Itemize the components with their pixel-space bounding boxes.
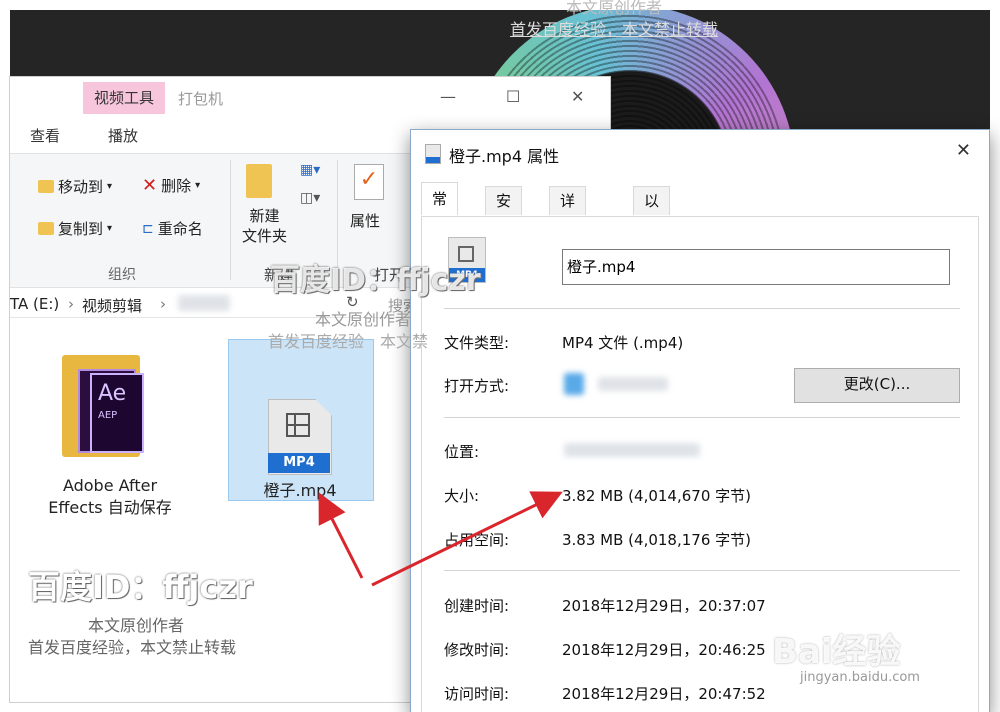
copy-to-button[interactable]: 复制到 ▾ (38, 218, 112, 239)
file-type-value: MP4 文件 (.mp4) (562, 334, 684, 352)
accessed-label: 访问时间: (444, 685, 510, 703)
chevron-right-icon: › (68, 295, 74, 313)
tab-security[interactable]: 安全 (485, 186, 523, 238)
video-grid-icon (286, 413, 310, 437)
new-folder-button[interactable]: 新建 文件夹 (242, 206, 287, 246)
dialog-close-button[interactable]: ✕ (956, 140, 971, 161)
breadcrumb-drive[interactable]: TA (E:) (10, 295, 59, 313)
ae-doc-front: Ae AEP (90, 373, 144, 453)
app-icon (564, 373, 584, 395)
rename-button[interactable]: ⊏ 重命名 (142, 218, 203, 239)
maximize-button[interactable]: ☐ (506, 87, 520, 106)
minimize-button[interactable]: — (440, 87, 456, 106)
new-folder-label-1: 新建 (249, 207, 280, 225)
top-watermark-notice: 首发百度经验，本文禁止转载 (510, 20, 719, 39)
chevron-down-icon: ▾ (107, 181, 113, 192)
modified-value: 2018年12月29日，20:46:25 (562, 641, 766, 659)
ribbon-separator (230, 160, 231, 280)
file-type-label: 文件类型: (444, 334, 510, 352)
chevron-right-icon: › (160, 295, 166, 313)
file-name-label[interactable]: 橙子.mp4 (230, 477, 370, 501)
copy-folder-icon (38, 222, 54, 235)
properties-label: 属性 (350, 212, 381, 230)
move-to-button[interactable]: 移动到 ▾ (38, 176, 112, 197)
move-to-label: 移动到 (58, 178, 104, 196)
new-item-icon[interactable]: ▦▾ (300, 162, 320, 178)
accessed-value: 2018年12月29日，20:47:52 (562, 685, 766, 703)
open-with-label: 打开方式: (444, 377, 510, 395)
chevron-down-icon: ▾ (107, 223, 113, 234)
tab-video-tools[interactable]: 视频工具 (83, 82, 165, 114)
mp4-badge: MP4 (268, 453, 330, 473)
new-folder-label-2: 文件夹 (242, 227, 288, 245)
watermark-author: 本文原创作者 (88, 616, 185, 635)
easy-access-icon[interactable]: ◫▾ (300, 190, 320, 206)
disk-size-label: 占用空间: (444, 531, 510, 549)
size-label: 大小: (444, 487, 480, 505)
title-file-icon (425, 144, 441, 164)
tab-play[interactable]: 播放 (108, 125, 138, 146)
mp4-file-icon[interactable]: MP4 (268, 399, 332, 475)
watermark-notice: 首发百度经验，本文禁止转载 (28, 638, 237, 657)
tab-general[interactable]: 常规 (421, 182, 459, 240)
chevron-down-icon: ▾ (195, 180, 201, 191)
ae-icon-text: Ae (98, 381, 127, 406)
properties-dialog: 橙子.mp4 属性 ✕ 常规 安全 详细信息 以前的版本 MP4 橙子.mp4 … (410, 129, 990, 712)
group-organize: 组织 (108, 267, 136, 283)
folder-item-ae-autosave[interactable]: Adobe After Effects 自动保存 (40, 475, 180, 519)
location-label: 位置: (444, 443, 480, 461)
app-name-blurred (598, 377, 668, 391)
baidu-brand-logo: Bai经验 (772, 632, 901, 672)
rename-label: 重命名 (157, 220, 203, 238)
delete-icon: ✕ (142, 175, 158, 196)
breadcrumb-folder[interactable]: 视频剪辑 (82, 295, 142, 316)
divider (444, 570, 960, 571)
tab-view[interactable]: 查看 (30, 125, 60, 146)
created-value: 2018年12月29日，20:37:07 (562, 597, 766, 615)
ae-folder-icon[interactable]: Ae AEP (62, 355, 152, 457)
screenshot-frame: 本文原创作者 首发百度经验，本文禁止转载 视频工具 打包机 — ☐ ✕ 查看 播… (0, 0, 1000, 712)
title-file-badge (426, 157, 440, 163)
created-label: 创建时间: (444, 597, 510, 615)
watermark-notice-mid: 首发百度经验 本文禁 (268, 332, 429, 351)
tab-details[interactable]: 详细信息 (549, 186, 587, 294)
copy-to-label: 复制到 (58, 220, 104, 238)
properties-icon: ✓ (354, 164, 384, 200)
aep-icon-text: AEP (98, 410, 118, 421)
size-value: 3.82 MB (4,014,670 字节) (562, 487, 751, 505)
divider (444, 308, 960, 309)
disk-size-value: 3.83 MB (4,018,176 字节) (562, 531, 751, 549)
move-folder-icon (38, 180, 54, 193)
watermark-id-mid: 百度ID：ffjczr (270, 263, 481, 298)
delete-label: 删除 (161, 177, 192, 195)
modified-label: 修改时间: (444, 641, 510, 659)
location-value-blurred (564, 443, 700, 457)
baidu-brand-url: jingyan.baidu.com (800, 670, 920, 685)
rename-icon: ⊏ (142, 220, 154, 237)
watermark-author-mid: 本文原创作者 (315, 310, 412, 329)
folder-name-line-1: Adobe After (62, 476, 158, 495)
new-folder-icon (246, 164, 272, 198)
blurred-breadcrumb (178, 295, 230, 311)
delete-button[interactable]: ✕ 删除 ▾ (142, 175, 200, 196)
divider (444, 417, 960, 418)
tab-pack[interactable]: 打包机 (178, 88, 223, 109)
tab-previous-versions[interactable]: 以前的版本 (633, 186, 671, 322)
dialog-title: 橙子.mp4 属性 (449, 147, 560, 166)
properties-button[interactable]: 属性 (350, 210, 380, 231)
file-name-input[interactable]: 橙子.mp4 (562, 249, 950, 285)
watermark-id: 百度ID：ffjczr (28, 568, 253, 606)
folder-name-line-2: Effects 自动保存 (48, 498, 172, 517)
change-button[interactable]: 更改(C)... (794, 368, 960, 403)
close-button[interactable]: ✕ (571, 87, 584, 106)
